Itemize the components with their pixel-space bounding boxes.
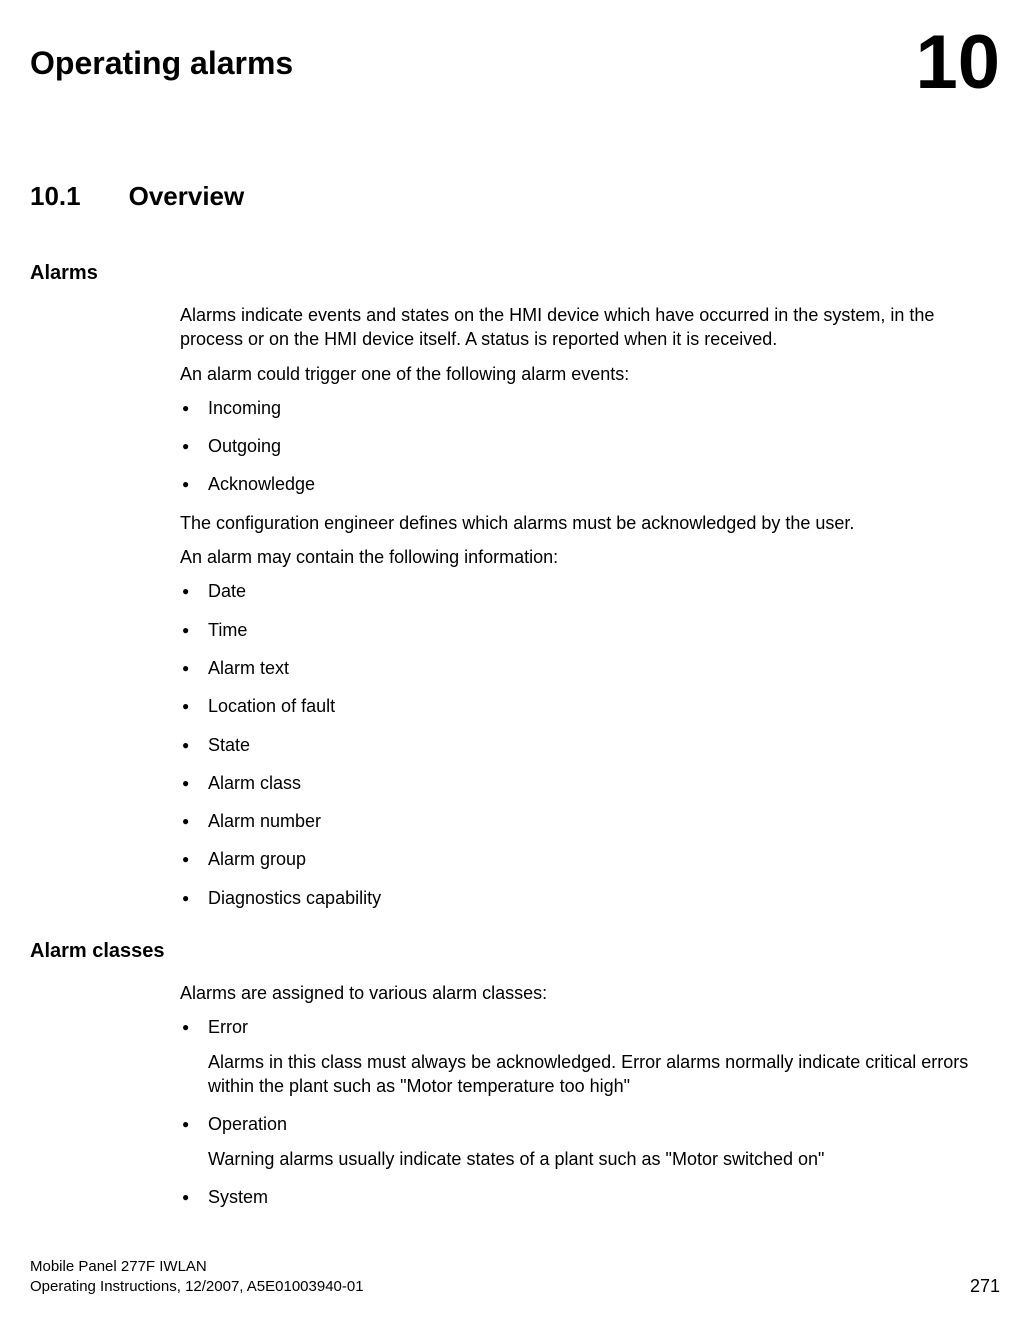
list-item-label: Operation: [208, 1114, 287, 1134]
list-item: Alarm group: [180, 847, 1000, 871]
paragraph: Alarms are assigned to various alarm cla…: [180, 981, 1000, 1005]
alarm-classes-list: Error Alarms in this class must always b…: [180, 1015, 1000, 1209]
list-item-label: Error: [208, 1017, 248, 1037]
list-item: Alarm number: [180, 809, 1000, 833]
list-item-desc: Alarms in this class must always be ackn…: [208, 1050, 1000, 1099]
chapter-title: Operating alarms: [30, 45, 293, 82]
list-item: Alarm class: [180, 771, 1000, 795]
footer-product: Mobile Panel 277F IWLAN: [30, 1257, 364, 1277]
section-heading: 10.1 Overview: [30, 181, 1000, 212]
paragraph: An alarm could trigger one of the follow…: [180, 362, 1000, 386]
list-item: Incoming: [180, 396, 1000, 420]
subheading-alarms: Alarms: [30, 262, 1000, 285]
page-footer: Mobile Panel 277F IWLAN Operating Instru…: [30, 1257, 1000, 1298]
list-item: Location of fault: [180, 694, 1000, 718]
alarms-body: Alarms indicate events and states on the…: [180, 303, 1000, 910]
list-item: Time: [180, 618, 1000, 642]
page-header: Operating alarms 10: [30, 25, 1000, 101]
section-number: 10.1: [30, 181, 81, 212]
paragraph: An alarm may contain the following infor…: [180, 545, 1000, 569]
chapter-number: 10: [915, 25, 1000, 101]
page-number: 271: [970, 1276, 1000, 1297]
paragraph: Alarms indicate events and states on the…: [180, 303, 1000, 352]
alarm-classes-body: Alarms are assigned to various alarm cla…: [180, 981, 1000, 1209]
list-item-label: System: [208, 1187, 268, 1207]
list-item: Acknowledge: [180, 472, 1000, 496]
list-item: Outgoing: [180, 434, 1000, 458]
list-item: Alarm text: [180, 656, 1000, 680]
section-title: Overview: [129, 181, 245, 211]
list-item: Operation Warning alarms usually indicat…: [180, 1112, 1000, 1171]
footer-docinfo: Operating Instructions, 12/2007, A5E0100…: [30, 1277, 364, 1297]
list-item: Date: [180, 579, 1000, 603]
alarm-info-list: Date Time Alarm text Location of fault S…: [180, 579, 1000, 910]
list-item-desc: Warning alarms usually indicate states o…: [208, 1147, 1000, 1171]
subheading-alarm-classes: Alarm classes: [30, 940, 1000, 963]
paragraph: The configuration engineer defines which…: [180, 511, 1000, 535]
alarm-events-list: Incoming Outgoing Acknowledge: [180, 396, 1000, 497]
list-item: System: [180, 1185, 1000, 1209]
list-item: Diagnostics capability: [180, 886, 1000, 910]
footer-left: Mobile Panel 277F IWLAN Operating Instru…: [30, 1257, 364, 1298]
list-item: State: [180, 733, 1000, 757]
list-item: Error Alarms in this class must always b…: [180, 1015, 1000, 1098]
